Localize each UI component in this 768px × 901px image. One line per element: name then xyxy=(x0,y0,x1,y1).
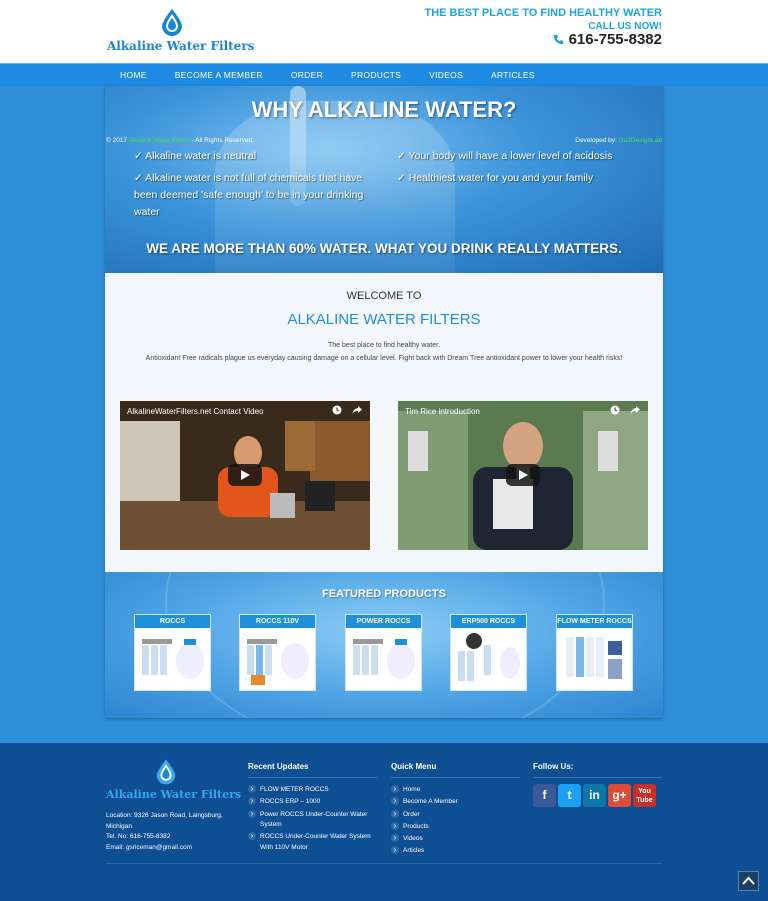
benefit-item: ✓ Alkaline water is neutral xyxy=(134,150,257,162)
main-nav: HOME BECOME A MEMBER ORDER PRODUCTS VIDE… xyxy=(0,63,768,86)
developer-credit: Developed by: Go2DesignLab xyxy=(575,137,662,144)
product-image xyxy=(353,639,415,679)
share-icon[interactable] xyxy=(352,405,362,415)
main-content: WHY ALKALINE WATER? ✓ Alkaline water is … xyxy=(105,86,663,718)
video-title: AlkalineWaterFilters.net Contact Video xyxy=(127,407,264,416)
product-card[interactable]: ROCCS xyxy=(134,614,211,691)
product-image xyxy=(566,637,622,679)
video-player[interactable]: Tim Rice introduction xyxy=(398,401,648,550)
product-card[interactable]: FLOW METER ROCCS xyxy=(556,614,633,691)
quick-menu-title: Quick Menu xyxy=(391,762,520,778)
tagline-text: THE BEST PLACE TO FIND HEALTHY WATER xyxy=(424,7,662,19)
hero-tagline: WE ARE MORE THAN 60% WATER. WHAT YOU DRI… xyxy=(146,241,622,256)
nav-item-become-a-member[interactable]: BECOME A MEMBER xyxy=(161,64,277,86)
developer-link[interactable]: Go2DesignLab xyxy=(619,137,662,144)
product-image xyxy=(247,639,309,685)
product-card[interactable]: POWER ROCCS xyxy=(345,614,422,691)
quick-menu-link[interactable]: Order xyxy=(391,809,523,821)
header-phone[interactable]: 616-755-8382 xyxy=(553,31,662,48)
site-footer: Alkaline Water Filters Location: 9326 Ja… xyxy=(0,743,768,901)
product-label: ROCCS 110V xyxy=(240,615,315,628)
product-label: ROCCS xyxy=(135,615,210,628)
watch-later-icon[interactable] xyxy=(332,405,342,415)
recent-update-link[interactable]: FLOW METER ROCCS xyxy=(248,785,380,796)
recent-update-link[interactable]: Power ROCCS Under-Counter Water System xyxy=(248,809,380,831)
share-icon[interactable] xyxy=(630,405,640,415)
watch-later-icon[interactable] xyxy=(610,405,620,415)
product-image xyxy=(458,633,520,681)
benefit-item: ✓ Healthiest water for you and your fami… xyxy=(397,172,594,184)
water-drop-icon xyxy=(162,9,182,36)
twitter-icon[interactable]: t xyxy=(558,784,581,807)
footer-tel: Tel. No: 616-755-8382 xyxy=(106,833,171,840)
benefit-item: ✓ Your body will have a lower level of a… xyxy=(397,150,613,162)
site-header: Alkaline Water Filters THE BEST PLACE TO… xyxy=(0,0,768,63)
footer-address: Location: 9326 Jason Road, Laingsburg, M… xyxy=(106,812,223,830)
featured-title: FEATURED PRODUCTS xyxy=(322,588,446,600)
nav-item-products[interactable]: PRODUCTS xyxy=(337,64,415,86)
play-button[interactable] xyxy=(506,464,540,486)
product-label: ERP500 ROCCS xyxy=(451,615,526,628)
welcome-label: WELCOME TO xyxy=(346,290,422,302)
footer-divider xyxy=(106,863,662,864)
linkedin-icon[interactable]: in xyxy=(583,784,606,807)
nav-item-home[interactable]: HOME xyxy=(106,64,161,86)
quick-menu-link[interactable]: Home xyxy=(391,785,523,796)
nav-item-order[interactable]: ORDER xyxy=(277,64,337,86)
intro-line: The best place to find healthy water. xyxy=(327,342,441,349)
water-drop-icon xyxy=(156,759,176,785)
social-links: f t in g+ You Tube xyxy=(533,784,656,807)
back-to-top-button[interactable] xyxy=(738,871,759,891)
footer-contact: Location: 9326 Jason Road, Laingsburg, M… xyxy=(106,811,236,853)
developer-label: Developed by: xyxy=(575,137,617,144)
video-title: Tim Rice introduction xyxy=(405,407,480,416)
copyright-prefix: © 2017 xyxy=(106,137,128,144)
product-card[interactable]: ERP500 ROCCS xyxy=(450,614,527,691)
footer-logo-text: Alkaline Water Filters xyxy=(106,788,242,801)
copyright-suffix: - All Rights Reserved. xyxy=(191,137,255,144)
intro-line: Antioxidant Free radicals plague us ever… xyxy=(145,355,623,362)
logo-text: Alkaline Water Filters xyxy=(107,39,255,53)
facebook-icon[interactable]: f xyxy=(533,784,556,807)
chevron-up-icon xyxy=(742,876,755,885)
header-tagline: THE BEST PLACE TO FIND HEALTHY WATER CAL… xyxy=(424,7,662,33)
quick-menu-list: Home Become A Member Order Products Vide… xyxy=(391,785,523,859)
quick-menu-link[interactable]: Articles xyxy=(391,846,523,857)
recent-update-link[interactable]: ROCCS Under-Counter Water System With 11… xyxy=(248,832,380,853)
product-card[interactable]: ROCCS 110V xyxy=(239,614,316,691)
recent-updates-list: FLOW METER ROCCS ROCCS ERP – 1000 Power … xyxy=(248,785,380,855)
product-label: FLOW METER ROCCS xyxy=(557,615,632,628)
nav-item-videos[interactable]: VIDEOS xyxy=(415,64,477,86)
intro-text: The best place to find healthy water. An… xyxy=(115,339,653,365)
recent-updates-title: Recent Updates xyxy=(248,762,377,778)
follow-us-title: Follow Us: xyxy=(533,762,662,778)
product-image xyxy=(142,639,204,679)
quick-menu-link[interactable]: Products xyxy=(391,821,523,833)
youtube-icon[interactable]: You Tube xyxy=(633,784,656,807)
google-plus-icon[interactable]: g+ xyxy=(608,784,631,807)
nav-item-articles[interactable]: ARTICLES xyxy=(477,64,549,86)
phone-icon xyxy=(553,34,563,45)
benefit-item: ✓ Alkaline water is not full of chemical… xyxy=(134,172,364,218)
copyright: © 2017 Alkaline Water Filters - All Righ… xyxy=(106,137,254,144)
quick-menu-link[interactable]: Videos xyxy=(391,834,523,845)
product-label: POWER ROCCS xyxy=(346,615,421,628)
play-button[interactable] xyxy=(228,464,262,486)
site-logo[interactable]: Alkaline Water Filters xyxy=(107,8,255,56)
phone-number: 616-755-8382 xyxy=(568,31,662,48)
hero-title: WHY ALKALINE WATER? xyxy=(251,97,517,122)
footer-email[interactable]: Email: gsriceman@gmail.com xyxy=(106,843,236,854)
quick-menu-link[interactable]: Become A Member xyxy=(391,797,523,808)
video-player[interactable]: AlkalineWaterFilters.net Contact Video xyxy=(120,401,370,550)
featured-products: FEATURED PRODUCTS ROCCS ROCCS 110V POWER… xyxy=(105,572,663,718)
recent-update-link[interactable]: ROCCS ERP – 1000 xyxy=(248,797,380,808)
hero-banner: WHY ALKALINE WATER? ✓ Alkaline water is … xyxy=(105,86,663,273)
copyright-brand-link[interactable]: Alkaline Water Filters xyxy=(129,137,190,144)
welcome-title: ALKALINE WATER FILTERS xyxy=(287,311,481,328)
